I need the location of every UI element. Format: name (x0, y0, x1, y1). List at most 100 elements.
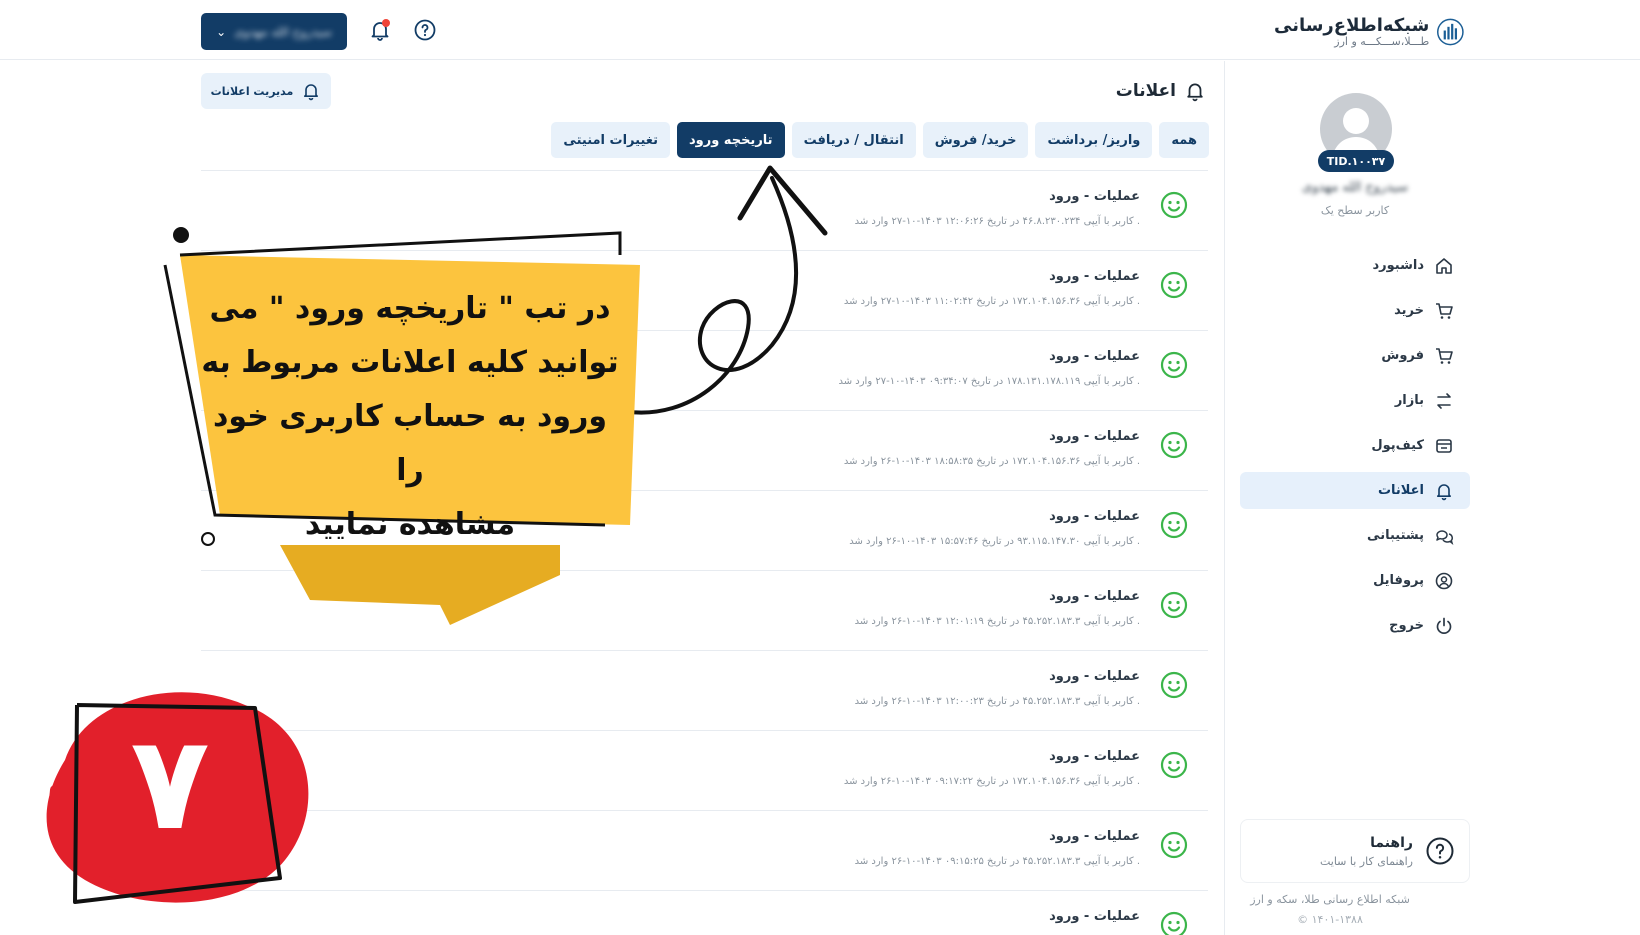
sidebar-item-label: پشتیبانی (1367, 528, 1424, 543)
notification-title: عملیات - ورود (1049, 909, 1140, 924)
help-card[interactable]: راهنما راهنمای کار با سایت (1240, 819, 1470, 883)
user-level: کاربر سطح یک (1320, 204, 1390, 217)
smiley-icon (1160, 191, 1188, 219)
page-title: اعلانات (1080, 77, 1206, 105)
tab-transfer-receive[interactable]: انتقال / دریافت (791, 122, 916, 158)
sidebar-nav: داشبورد خرید فروش بازار کیف‌پول اعلانات … (1240, 247, 1470, 652)
curly-arrow-icon (628, 165, 828, 415)
banner-line: ورود به حساب کاربری خود را (213, 399, 607, 488)
logo-chart-icon (1437, 18, 1464, 46)
help-title: راهنما (1370, 834, 1413, 851)
user-circle-icon (1435, 572, 1453, 589)
notification-dot (382, 19, 390, 27)
user-menu-label: سیدروح الله مهدوی (234, 24, 332, 39)
notification-row[interactable]: عملیات - ورود (201, 891, 1208, 935)
notification-row[interactable]: عملیات - ورود کاربر با آیپی ۴۵.۲۵۲.۱۸۳.۳ … (201, 651, 1208, 731)
sidebar-item-dashboard[interactable]: داشبورد (1240, 247, 1470, 284)
sidebar-item-label: فروش (1381, 348, 1424, 363)
notification-title: عملیات - ورود (1049, 269, 1140, 284)
notification-description: کاربر با آیپی ۱۷۲.۱۰۴.۱۵۶.۳۶ در تاریخ ۱۱… (843, 296, 1140, 307)
notification-title: عملیات - ورود (1049, 589, 1140, 604)
help-subtitle: راهنمای کار با سایت (1319, 854, 1413, 868)
notification-description: کاربر با آیپی ۱۷۸.۱۳۱.۱۷۸.۱۱۹ در تاریخ ۰… (838, 376, 1140, 387)
logo-subtitle: طـــلا،ســـکـــه و ارز (1334, 34, 1430, 48)
notification-row[interactable]: عملیات - ورود کاربر با آیپی ۴۵.۲۵۲.۱۸۳.۳ … (201, 811, 1208, 891)
smiley-icon (1160, 351, 1188, 379)
tab-login-history[interactable]: تاریخچه ورود (676, 122, 785, 158)
question-circle-icon (1426, 837, 1454, 865)
tid-badge: TID.۱۰۰۳۷ (1318, 150, 1394, 172)
tab-security-changes[interactable]: تغییرات امنیتی (551, 122, 670, 158)
sidebar-item-buy[interactable]: خرید (1240, 292, 1470, 329)
wallet-icon (1436, 438, 1452, 453)
tutorial-banner-text: در تب " تاریخچه ورود " می توانید کلیه اع… (200, 282, 620, 552)
tab-all[interactable]: همه (1159, 122, 1209, 158)
sidebar-item-profile[interactable]: پروفایل (1240, 562, 1470, 599)
sidebar-item-wallet[interactable]: کیف‌پول (1240, 427, 1470, 464)
power-icon (1436, 617, 1452, 634)
tab-buy-sell[interactable]: خرید/ فروش (922, 122, 1029, 158)
notification-title: عملیات - ورود (1049, 669, 1140, 684)
smiley-icon (1160, 511, 1188, 539)
sidebar-item-label: بازار (1394, 393, 1424, 408)
sidebar-item-support[interactable]: پشتیبانی (1240, 517, 1470, 554)
site-logo[interactable]: شبکه‌اطلاع‌رسانی طـــلا،ســـکـــه و ارز (1274, 12, 1464, 52)
smiley-icon (1160, 751, 1188, 779)
notification-title: عملیات - ورود (1049, 189, 1140, 204)
notification-description: کاربر با آیپی ۱۷۲.۱۰۴.۱۵۶.۳۶ در تاریخ ۰۹… (843, 776, 1140, 787)
notification-description: کاربر با آیپی ۱۷۲.۱۰۴.۱۵۶.۳۶ در تاریخ ۱۸… (843, 456, 1140, 467)
smiley-icon (1160, 911, 1188, 935)
user-name: سیدروح الله مهدوی (1302, 180, 1408, 195)
smiley-icon (1160, 591, 1188, 619)
chevron-down-icon: ⌄ (216, 24, 227, 39)
logo-title: شبکه‌اطلاع‌رسانی (1274, 14, 1430, 36)
home-icon (1436, 257, 1452, 274)
notification-description: کاربر با آیپی ۴۵.۲۵۲.۱۸۳.۳ در تاریخ ۱۲:۰… (854, 616, 1140, 627)
notification-title: عملیات - ورود (1049, 829, 1140, 844)
sidebar-item-sell[interactable]: فروش (1240, 337, 1470, 374)
sidebar-item-label: خرید (1394, 303, 1424, 318)
smiley-icon (1160, 671, 1188, 699)
banner-line: در تب " تاریخچه ورود " می (209, 291, 611, 326)
notification-description: کاربر با آیپی ۹۳.۱۱۵.۱۴۷.۳۰ در تاریخ ۱۵:… (849, 536, 1140, 547)
sidebar-item-notifications[interactable]: اعلانات (1240, 472, 1470, 509)
footer-copyright: © ۱۴۰۱-۱۳۸۸ (1297, 913, 1363, 926)
cart-icon (1436, 302, 1453, 319)
smiley-icon (1160, 431, 1188, 459)
notification-row[interactable]: عملیات - ورود کاربر با آیپی ۱۷۲.۱۰۴.۱۵۶.۳… (201, 731, 1208, 811)
banner-line: مشاهده نمایید (304, 507, 516, 542)
sidebar-item-label: کیف‌پول (1371, 438, 1424, 453)
sidebar-item-logout[interactable]: خروج (1240, 607, 1470, 644)
chat-icon (1436, 529, 1454, 545)
tab-deposit-withdraw[interactable]: واریز/ برداشت (1035, 122, 1153, 158)
page-title-text: اعلانات (1115, 81, 1176, 101)
sidebar-item-label: خروج (1389, 618, 1424, 633)
notification-tabs: همه واریز/ برداشت خرید/ فروش انتقال / در… (551, 122, 1209, 158)
notification-description: کاربر با آیپی ۴۶.۸.۲۳۰.۲۳۴ در تاریخ ۱۲:۰… (854, 216, 1140, 227)
notification-description: کاربر با آیپی ۴۵.۲۵۲.۱۸۳.۳ در تاریخ ۰۹:۱… (854, 856, 1140, 867)
notification-title: عملیات - ورود (1049, 429, 1140, 444)
sidebar-item-label: پروفایل (1373, 573, 1424, 588)
bell-icon (1437, 483, 1451, 500)
sidebar-item-market[interactable]: بازار (1240, 382, 1470, 419)
manage-notifications-button[interactable]: مدیریت اعلانات (201, 73, 331, 109)
notification-title: عملیات - ورود (1049, 509, 1140, 524)
notification-description: کاربر با آیپی ۴۵.۲۵۲.۱۸۳.۳ در تاریخ ۱۲:۰… (854, 696, 1140, 707)
banner-line: توانید کلیه اعلانات مربوط به (201, 345, 619, 380)
notification-title: عملیات - ورود (1049, 349, 1140, 364)
user-menu-button[interactable]: ⌄ سیدروح الله مهدوی (201, 13, 347, 50)
question-circle-icon[interactable] (413, 18, 437, 42)
bell-icon (1187, 83, 1203, 102)
exchange-icon (1437, 392, 1451, 409)
sidebar-item-label: داشبورد (1372, 258, 1424, 273)
bell-settings-icon (304, 84, 319, 101)
sidebar-item-label: اعلانات (1377, 483, 1424, 498)
footer-site-name: شبکه اطلاع رسانی طلا، سکه و ارز (1250, 893, 1410, 906)
notification-title: عملیات - ورود (1049, 749, 1140, 764)
bell-icon[interactable] (368, 18, 392, 42)
manage-notifications-label: مدیریت اعلانات (210, 84, 294, 98)
step-number: ۷ (130, 707, 210, 859)
smiley-icon (1160, 831, 1188, 859)
cart-icon (1436, 347, 1453, 364)
sidebar-divider (1224, 61, 1225, 935)
